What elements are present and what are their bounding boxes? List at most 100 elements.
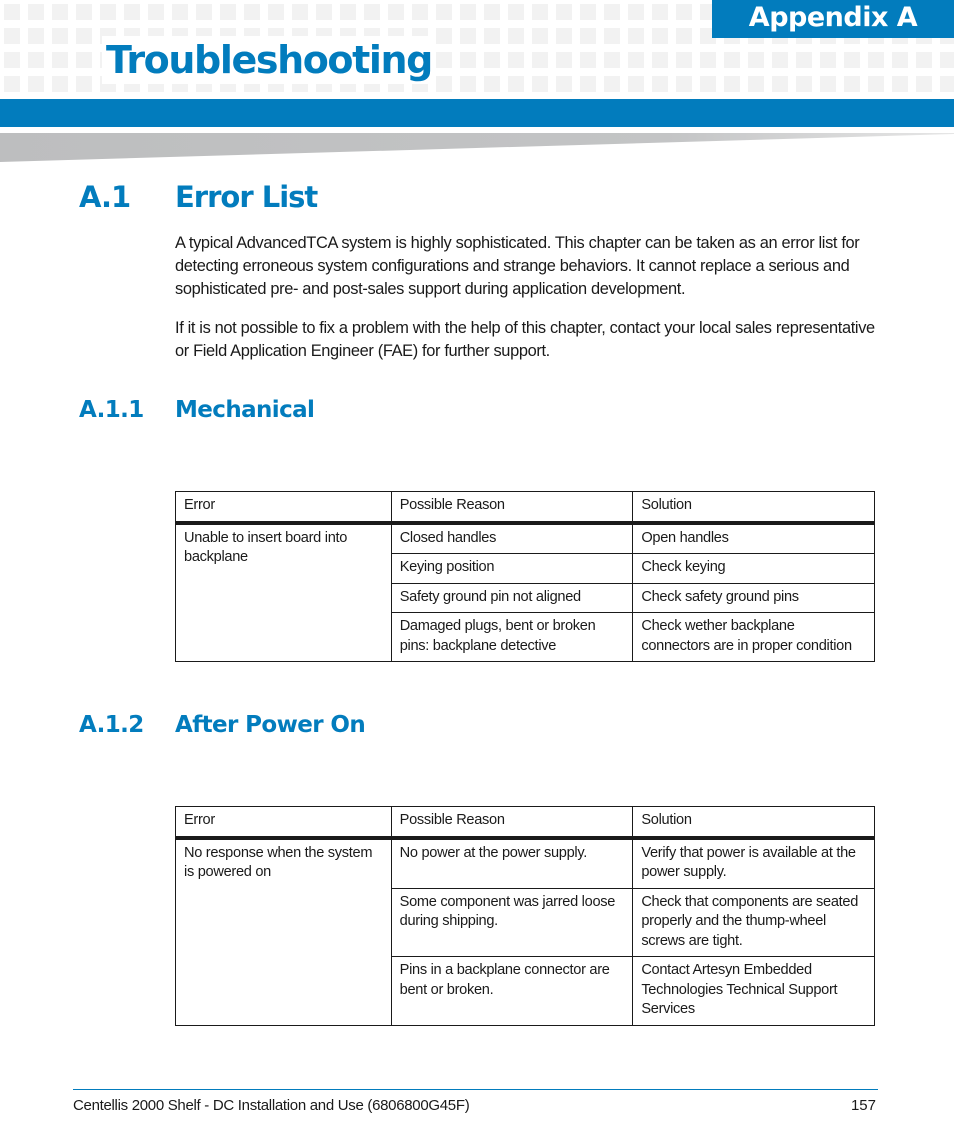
- column-header-solution: Solution: [632, 806, 875, 840]
- support-paragraph: If it is not possible to fix a problem w…: [175, 319, 875, 360]
- grid-square: [508, 4, 524, 20]
- grid-square: [508, 76, 524, 92]
- header-gray-wedge: [0, 133, 954, 162]
- grid-square: [820, 76, 836, 92]
- grid-square: [4, 4, 20, 20]
- grid-square: [484, 52, 500, 68]
- grid-square: [532, 76, 548, 92]
- reason-cell: Pins in a backplane connector are bent o…: [390, 956, 634, 1026]
- grid-square: [148, 4, 164, 20]
- section-title: Error List: [175, 180, 318, 214]
- reason-cell: Damaged plugs, bent or broken pins: back…: [390, 612, 634, 662]
- section-number: A.1: [79, 180, 131, 214]
- subsection-title-mechanical: Mechanical: [175, 397, 315, 423]
- grid-square: [820, 52, 836, 68]
- grid-square: [316, 4, 332, 20]
- column-header-solution: Solution: [632, 491, 875, 525]
- footer-divider: [73, 1089, 878, 1090]
- error-cell: Unable to insert board into backplane: [175, 522, 392, 662]
- grid-square: [676, 28, 692, 44]
- grid-square: [724, 52, 740, 68]
- grid-square: [436, 4, 452, 20]
- grid-square: [4, 76, 20, 92]
- grid-square: [412, 4, 428, 20]
- solution-cell: Verify that power is available at the po…: [632, 837, 875, 889]
- grid-square: [436, 52, 452, 68]
- table-row: Unable to insert board into backplane Cl…: [175, 522, 875, 662]
- grid-square: [628, 4, 644, 20]
- grid-square: [532, 4, 548, 20]
- column-header-error: Error: [175, 491, 392, 525]
- subsection-number-mechanical: A.1.1: [79, 397, 144, 423]
- grid-square: [340, 4, 356, 20]
- solution-cell: Open handles: [632, 522, 875, 554]
- reason-cell: No power at the power supply.: [390, 837, 634, 889]
- grid-square: [508, 28, 524, 44]
- grid-square: [916, 76, 932, 92]
- grid-square: [460, 4, 476, 20]
- grid-square: [196, 4, 212, 20]
- grid-square: [76, 4, 92, 20]
- grid-square: [676, 52, 692, 68]
- grid-square: [100, 4, 116, 20]
- grid-square: [52, 4, 68, 20]
- solution-cell: Check keying: [632, 553, 875, 584]
- header-blue-bar: [0, 99, 954, 127]
- subsection-title-after-power-on: After Power On: [175, 712, 366, 738]
- grid-square: [940, 52, 954, 68]
- grid-square: [556, 76, 572, 92]
- grid-square: [4, 28, 20, 44]
- grid-square: [868, 76, 884, 92]
- grid-square: [268, 4, 284, 20]
- column-header-reason: Possible Reason: [390, 806, 634, 840]
- grid-square: [28, 76, 44, 92]
- grid-square: [844, 52, 860, 68]
- grid-square: [652, 52, 668, 68]
- grid-square: [604, 76, 620, 92]
- grid-square: [52, 52, 68, 68]
- reason-cell: Safety ground pin not aligned: [390, 582, 634, 613]
- grid-square: [436, 76, 452, 92]
- solution-cell: Contact Artesyn Embedded Technologies Te…: [632, 956, 875, 1026]
- grid-square: [580, 28, 596, 44]
- grid-square: [676, 4, 692, 20]
- grid-square: [892, 76, 908, 92]
- grid-square: [76, 76, 92, 92]
- page-number: 157: [850, 1097, 876, 1114]
- column-header-error: Error: [175, 806, 392, 840]
- intro-paragraph: A typical AdvancedTCA system is highly s…: [175, 234, 860, 298]
- grid-square: [172, 4, 188, 20]
- grid-square: [604, 4, 620, 20]
- grid-square: [844, 76, 860, 92]
- table-row: No response when the system is powered o…: [175, 837, 875, 1026]
- grid-square: [700, 76, 716, 92]
- grid-square: [556, 4, 572, 20]
- grid-square: [484, 28, 500, 44]
- grid-square: [244, 4, 260, 20]
- grid-square: [460, 28, 476, 44]
- grid-square: [220, 4, 236, 20]
- grid-square: [940, 76, 954, 92]
- grid-square: [628, 28, 644, 44]
- solution-cell: Check that components are seated properl…: [632, 887, 875, 957]
- grid-square: [484, 4, 500, 20]
- grid-square: [76, 28, 92, 44]
- grid-square: [436, 28, 452, 44]
- grid-square: [796, 52, 812, 68]
- grid-square: [916, 52, 932, 68]
- grid-square: [556, 52, 572, 68]
- grid-square: [28, 4, 44, 20]
- table-header-row: Error Possible Reason Solution: [175, 806, 875, 840]
- grid-square: [772, 76, 788, 92]
- grid-square: [676, 76, 692, 92]
- grid-square: [4, 52, 20, 68]
- footer-document-title: Centellis 2000 Shelf - DC Installation a…: [73, 1097, 470, 1114]
- grid-square: [652, 76, 668, 92]
- grid-square: [532, 52, 548, 68]
- grid-square: [748, 76, 764, 92]
- subsection-number-after-power-on: A.1.2: [79, 712, 144, 738]
- grid-square: [868, 52, 884, 68]
- grid-square: [580, 4, 596, 20]
- grid-square: [652, 28, 668, 44]
- grid-square: [628, 52, 644, 68]
